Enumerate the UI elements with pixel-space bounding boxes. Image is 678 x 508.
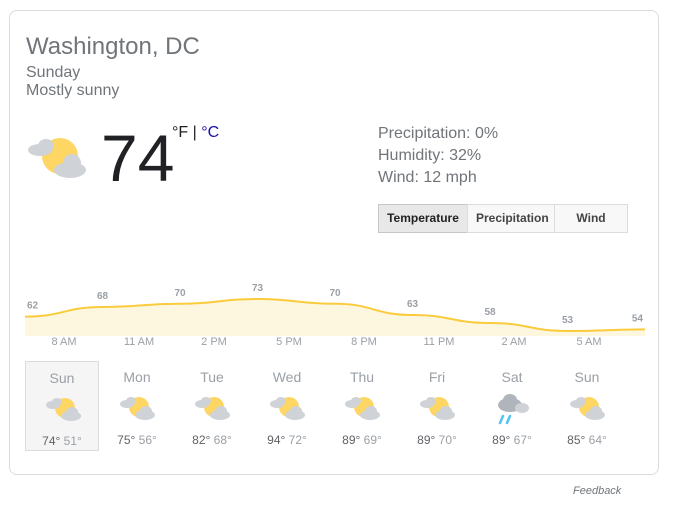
unit-fahrenheit: °F	[172, 124, 189, 141]
forecast-low: 64°	[588, 433, 607, 447]
chart-value-label: 70	[329, 288, 341, 299]
forecast-high: 74°	[42, 434, 61, 448]
forecast-day-name: Sat	[501, 369, 523, 385]
chart-tabs: Temperature Precipitation Wind	[378, 204, 628, 233]
partly-cloudy-icon	[420, 397, 455, 420]
forecast-day[interactable]: Fri 89° 70°	[400, 361, 474, 451]
forecast-temps: 74° 51°	[26, 434, 98, 448]
forecast-day-name: Wed	[272, 369, 302, 385]
forecast-high: 89°	[342, 433, 361, 447]
weather-details: Precipitation: 0% Humidity: 32% Wind: 12…	[378, 123, 498, 189]
forecast-day[interactable]: Mon 75° 56°	[100, 361, 174, 451]
forecast-high: 89°	[417, 433, 436, 447]
forecast-high: 85°	[567, 433, 586, 447]
rain-showers-icon	[498, 394, 529, 425]
current-condition: Mostly sunny	[26, 82, 120, 99]
time-label: 8 PM	[351, 336, 377, 348]
unit-separator: |	[188, 124, 202, 141]
forecast-high: 75°	[117, 433, 136, 447]
forecast-temps: 89° 70°	[400, 433, 474, 447]
forecast-day[interactable]: Sun 74° 51°	[25, 361, 99, 451]
forecast-day-name: Thu	[349, 369, 375, 385]
forecast-day[interactable]: Tue 82° 68°	[175, 361, 249, 451]
chart-value-label: 63	[407, 299, 419, 310]
forecast-low: 72°	[288, 433, 307, 447]
partly-cloudy-icon	[120, 397, 155, 420]
chart-value-label: 53	[562, 315, 574, 326]
time-axis: 8 AM 11 AM 2 PM 5 PM 8 PM 11 PM 2 AM 5 AM	[25, 336, 645, 350]
humidity-text: Humidity: 32%	[378, 147, 482, 164]
time-label: 11 PM	[423, 336, 455, 348]
forecast-temps: 94° 72°	[250, 433, 324, 447]
chart-value-label: 62	[27, 301, 39, 312]
feedback-link[interactable]: Feedback	[573, 485, 621, 497]
partly-cloudy-icon	[345, 397, 380, 420]
partly-cloudy-icon	[570, 397, 605, 420]
forecast-high: 89°	[492, 433, 511, 447]
forecast-temps: 89° 69°	[325, 433, 399, 447]
time-label: 5 PM	[276, 336, 302, 348]
forecast-temps: 82° 68°	[175, 433, 249, 447]
tab-wind[interactable]: Wind	[554, 204, 628, 233]
forecast-low: 56°	[138, 433, 157, 447]
partly-cloudy-icon	[270, 397, 305, 420]
forecast-temps: 75° 56°	[100, 433, 174, 447]
partly-cloudy-icon	[28, 138, 86, 178]
weather-card: Washington, DC Sunday Mostly sunny 74 °F…	[9, 10, 659, 475]
chart-value-label: 70	[174, 288, 186, 299]
partly-cloudy-icon	[46, 398, 81, 421]
location-title: Washington, DC	[26, 33, 200, 60]
tab-precipitation[interactable]: Precipitation	[467, 204, 555, 233]
forecast-high: 94°	[267, 433, 286, 447]
forecast-low: 67°	[513, 433, 532, 447]
time-label: 8 AM	[51, 336, 77, 348]
chart-value-label: 68	[97, 291, 109, 302]
forecast-day-name: Sun	[49, 370, 75, 386]
forecast-low: 69°	[363, 433, 382, 447]
unit-celsius-link[interactable]: °C	[201, 124, 219, 141]
forecast-low: 51°	[63, 434, 82, 448]
forecast-low: 68°	[213, 433, 232, 447]
partly-cloudy-icon	[195, 397, 230, 420]
current-temperature: 74	[101, 121, 175, 195]
time-label: 11 AM	[123, 336, 155, 348]
current-day: Sunday	[26, 64, 81, 81]
time-label: 5 AM	[576, 336, 602, 348]
chart-value-label: 54	[632, 313, 644, 324]
forecast-day-name: Mon	[123, 369, 151, 385]
unit-toggle: °F | °C	[172, 124, 219, 142]
forecast-day-name: Sun	[574, 369, 600, 385]
forecast-day-name: Tue	[200, 369, 224, 385]
forecast-day[interactable]: Sun 85° 64°	[550, 361, 624, 451]
tab-temperature[interactable]: Temperature	[378, 204, 468, 233]
time-label: 2 PM	[201, 336, 227, 348]
forecast-day[interactable]: Wed 94° 72°	[250, 361, 324, 451]
forecast-low: 70°	[438, 433, 457, 447]
wind-text: Wind: 12 mph	[378, 169, 477, 186]
time-label: 2 AM	[501, 336, 527, 348]
precipitation-text: Precipitation: 0%	[378, 125, 499, 142]
forecast-day[interactable]: Thu 89° 69°	[325, 361, 399, 451]
chart-value-label: 73	[252, 283, 264, 294]
forecast-day[interactable]: Sat 89° 67°	[475, 361, 549, 451]
chart-value-label: 58	[484, 307, 496, 318]
daily-forecast: Sun 74° 51° Mon 75° 56° Tue 82° 68° Wed	[25, 361, 645, 453]
forecast-temps: 89° 67°	[475, 433, 549, 447]
forecast-high: 82°	[192, 433, 211, 447]
forecast-temps: 85° 64°	[550, 433, 624, 447]
forecast-day-name: Fri	[428, 369, 446, 385]
